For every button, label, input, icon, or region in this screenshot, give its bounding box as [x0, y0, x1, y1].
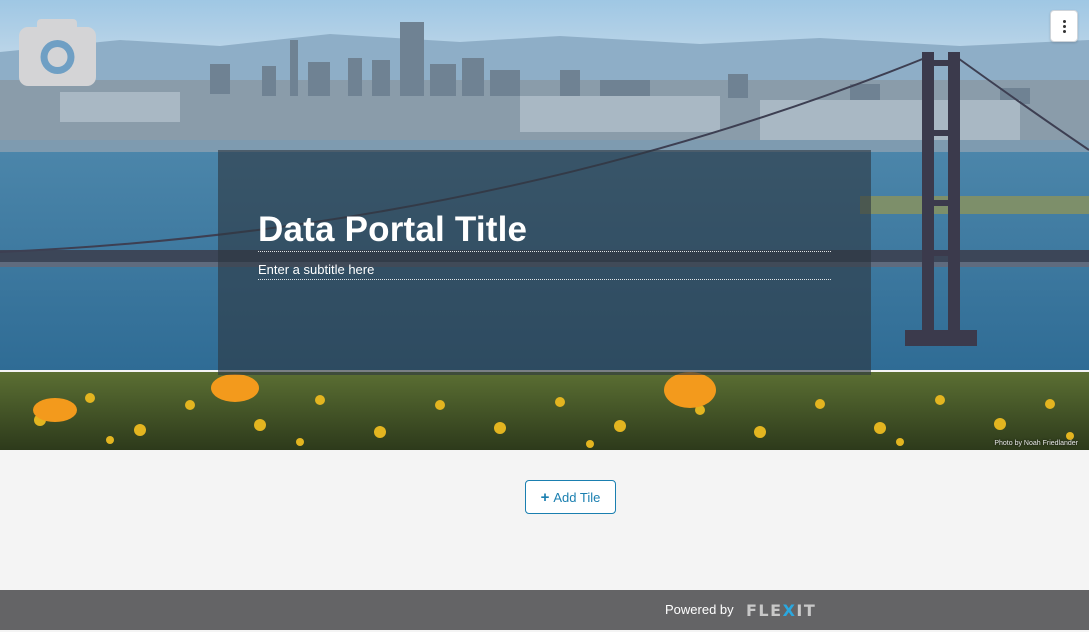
- camera-icon: [19, 19, 96, 86]
- change-background-button[interactable]: [19, 19, 96, 86]
- options-menu-button[interactable]: [1050, 10, 1078, 42]
- footer: Powered by FLEXIT: [0, 590, 1089, 630]
- kebab-menu-icon: [1062, 19, 1066, 33]
- hero-banner: Data Portal Title Enter a subtitle here …: [0, 0, 1089, 450]
- add-tile-button[interactable]: + Add Tile: [525, 480, 616, 514]
- logo-text-part2: X: [782, 601, 797, 620]
- logo-text-part1: FLE: [746, 601, 783, 620]
- title-panel: Data Portal Title Enter a subtitle here: [218, 150, 871, 375]
- plus-icon: +: [540, 488, 550, 506]
- powered-by-text: Powered by: [665, 602, 734, 617]
- photo-credit: Photo by Noah Friedlander: [994, 440, 1078, 447]
- portal-subtitle-field[interactable]: Enter a subtitle here: [258, 262, 831, 280]
- portal-title-field[interactable]: Data Portal Title: [258, 210, 831, 252]
- flexit-logo: FLEXIT: [746, 601, 816, 620]
- add-tile-label: Add Tile: [553, 489, 601, 505]
- logo-text-part3: IT: [796, 601, 817, 620]
